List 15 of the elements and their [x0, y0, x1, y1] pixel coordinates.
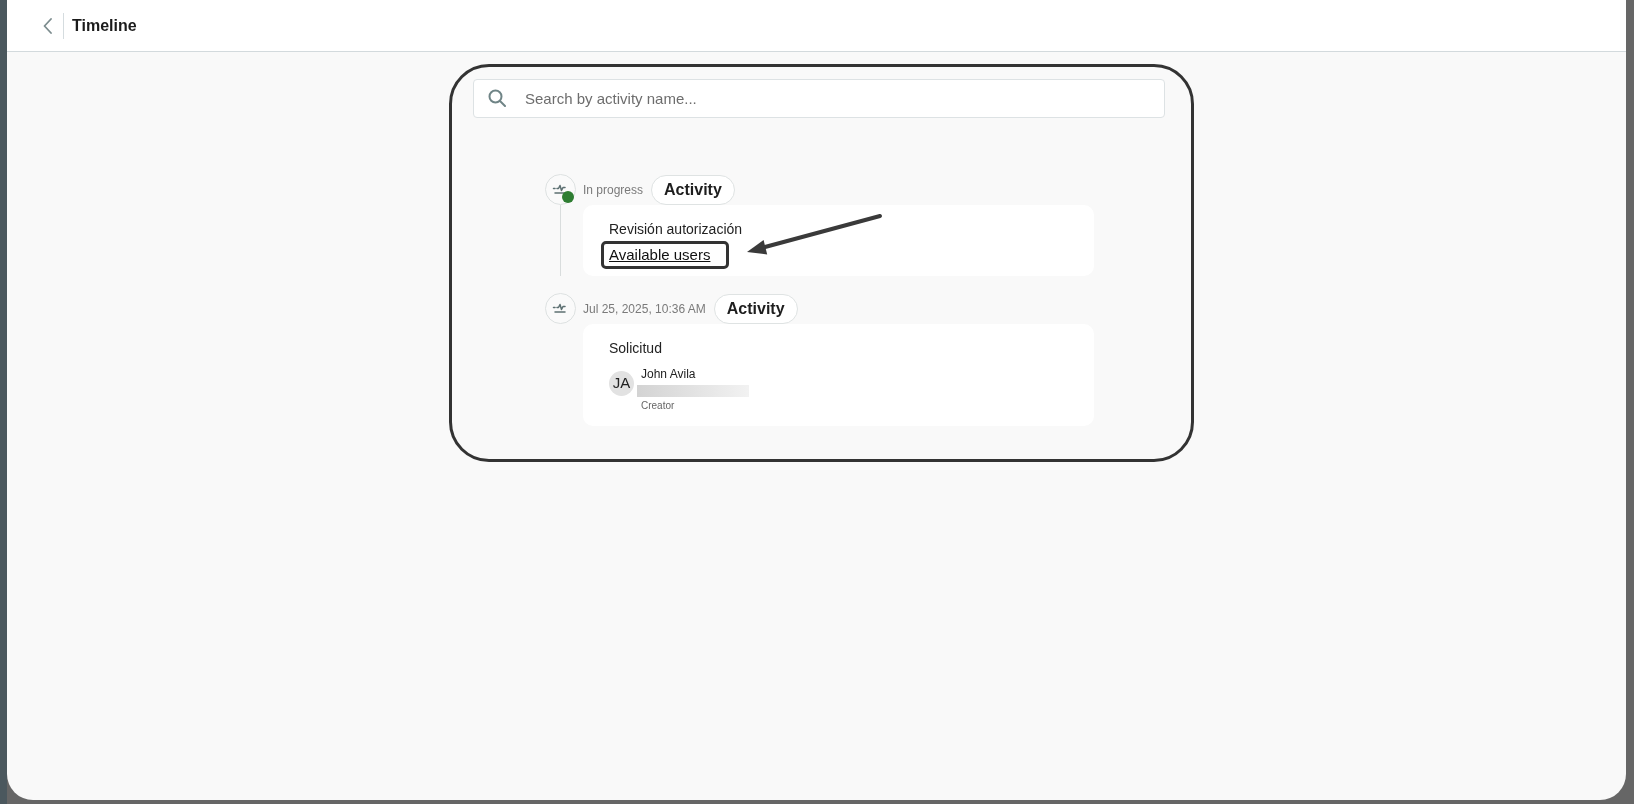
page-title: Timeline	[72, 15, 137, 36]
search-icon	[488, 89, 506, 107]
meta-label: In progress	[583, 181, 644, 199]
activity-tag: Activity	[713, 293, 798, 324]
search-field[interactable]: Search by activity name...	[473, 79, 1165, 118]
card-title: Revisión autorización	[609, 220, 744, 239]
users-link[interactable]: Available users	[609, 244, 711, 266]
chevron-left-icon	[42, 17, 52, 34]
activity-tag: Activity	[651, 174, 735, 205]
back-button[interactable]	[41, 15, 53, 36]
initials-avatar: JA	[609, 371, 634, 396]
meta-label: Jul 25, 2025, 10:36 AM	[583, 300, 706, 318]
card-title: Solicitud	[609, 339, 663, 358]
role-label: Creator	[641, 400, 676, 412]
person-name: John Avila	[641, 367, 697, 381]
